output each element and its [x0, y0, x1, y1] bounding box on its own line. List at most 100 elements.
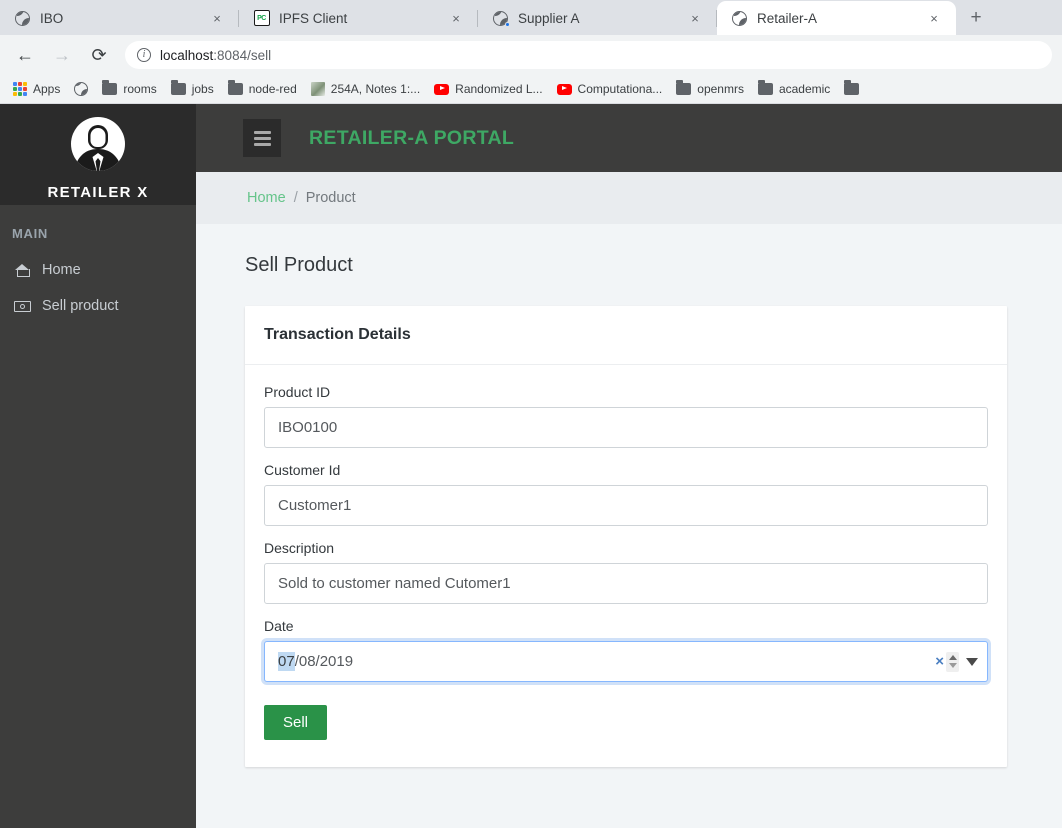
address-bar[interactable]: i localhost :8084/sell	[125, 41, 1052, 69]
tab-title: IPFS Client	[279, 10, 348, 26]
pc-icon: PC	[253, 10, 270, 27]
user-avatar-icon	[71, 117, 125, 171]
main-content: RETAILER-A PORTAL Home / Product Sell Pr…	[196, 104, 1062, 828]
content-area: Sell Product Transaction Details Product…	[196, 224, 1062, 828]
apps-grid-icon	[13, 82, 27, 96]
globe-icon	[14, 10, 31, 27]
home-icon	[13, 263, 32, 277]
folder-icon	[102, 80, 118, 95]
bookmark-label: Apps	[33, 82, 61, 96]
note-icon	[310, 82, 325, 96]
tab-title: IBO	[40, 10, 64, 26]
close-icon[interactable]: ×	[924, 8, 944, 28]
browser-chrome: IBO × PC IPFS Client × Supplier A × Reta…	[0, 0, 1062, 828]
browser-tab-ipfs-client[interactable]: PC IPFS Client ×	[239, 1, 478, 35]
card-body: Product ID IBO0100 Customer Id Customer1…	[245, 365, 1007, 767]
browser-tab-supplier-a[interactable]: Supplier A ×	[478, 1, 717, 35]
globe-icon	[492, 10, 510, 27]
globe-icon	[74, 82, 89, 96]
page-title: Sell Product	[245, 254, 353, 276]
sidebar-item-label: Sell product	[42, 298, 119, 314]
folder-icon	[227, 80, 243, 95]
breadcrumb-home-link[interactable]: Home	[247, 190, 286, 206]
youtube-icon	[556, 83, 572, 95]
money-icon	[13, 300, 32, 312]
card-title: Transaction Details	[245, 306, 1007, 365]
site-info-icon[interactable]: i	[137, 48, 151, 62]
sell-button[interactable]: Sell	[264, 705, 328, 740]
browser-tab-ibo[interactable]: IBO ×	[0, 1, 239, 35]
bookmarks-bar: Apps rooms jobs node-red 254A, Notes 1:.…	[0, 75, 1062, 104]
spinner-up-down-icon[interactable]	[946, 651, 959, 672]
bookmark-label: jobs	[191, 82, 214, 96]
bookmark-apps[interactable]: Apps	[6, 77, 67, 101]
sidebar-item-sell-product[interactable]: Sell product	[0, 288, 196, 324]
transaction-details-card: Transaction Details Product ID IBO0100 C…	[245, 306, 1007, 767]
new-tab-button[interactable]: +	[962, 4, 990, 32]
date-label: Date	[264, 618, 294, 634]
description-input[interactable]: Sold to customer named Cutomer1	[264, 563, 988, 604]
folder-icon	[170, 80, 186, 95]
date-selected-segment: 07	[278, 652, 295, 671]
description-label: Description	[264, 540, 335, 556]
product-id-input[interactable]: IBO0100	[264, 407, 988, 448]
customer-id-input[interactable]: Customer1	[264, 485, 988, 526]
breadcrumb-current: Product	[305, 190, 356, 206]
caret-down-icon[interactable]	[966, 657, 978, 666]
sidebar-section-label: MAIN	[12, 226, 49, 241]
bookmark-label: node-red	[248, 82, 297, 96]
bookmark-label: Computationa...	[577, 82, 663, 96]
close-icon[interactable]: ×	[685, 8, 705, 28]
bookmark-label: Randomized L...	[455, 82, 543, 96]
browser-tab-retailer-a[interactable]: Retailer-A ×	[717, 1, 956, 35]
close-icon[interactable]: ×	[446, 8, 466, 28]
close-icon[interactable]: ×	[207, 8, 227, 28]
url-host: localhost	[160, 47, 214, 63]
reload-icon[interactable]: ⟳	[84, 40, 114, 70]
bookmark-label: openmrs	[697, 82, 744, 96]
bookmark-openmrs[interactable]: openmrs	[669, 77, 751, 101]
sidebar-item-label: Home	[42, 262, 81, 278]
tab-title: Retailer-A	[757, 10, 818, 26]
sidebar-header: RETAILER X	[0, 104, 196, 205]
bookmark-jobs[interactable]: jobs	[164, 77, 221, 101]
forward-icon[interactable]: →	[47, 40, 77, 70]
tab-title: Supplier A	[518, 10, 580, 26]
app-header: RETAILER-A PORTAL	[196, 104, 1062, 172]
loading-indicator-icon	[505, 21, 510, 27]
date-value: 07/08/2019	[278, 652, 935, 671]
bookmark-computationa[interactable]: Computationa...	[550, 77, 670, 101]
youtube-icon	[434, 83, 450, 95]
bookmark-randomized-l[interactable]: Randomized L...	[427, 77, 549, 101]
bookmark-rooms[interactable]: rooms	[95, 77, 163, 101]
product-id-label: Product ID	[264, 384, 331, 400]
sidebar: RETAILER X MAIN Home Sell product	[0, 104, 196, 828]
breadcrumb-separator: /	[293, 190, 298, 206]
clear-icon[interactable]: ×	[935, 653, 944, 670]
bookmark-label: rooms	[123, 82, 157, 96]
folder-icon	[844, 80, 860, 95]
bookmark-254a-notes[interactable]: 254A, Notes 1:...	[304, 77, 427, 101]
hamburger-icon[interactable]	[243, 119, 281, 157]
page-content: RETAILER X MAIN Home Sell product RETAIL…	[0, 104, 1062, 828]
breadcrumb: Home / Product	[196, 172, 1062, 224]
sidebar-brand: RETAILER X	[47, 184, 149, 201]
url-path: :8084/sell	[213, 47, 272, 63]
customer-id-label: Customer Id	[264, 462, 341, 478]
folder-icon	[676, 80, 692, 95]
bookmark-globe[interactable]	[67, 77, 95, 101]
bookmark-label: academic	[778, 82, 831, 96]
tab-strip: IBO × PC IPFS Client × Supplier A × Reta…	[0, 0, 1062, 35]
date-input[interactable]: 07/08/2019 ×	[264, 641, 988, 682]
back-icon[interactable]: ←	[10, 40, 40, 70]
bookmark-node-red[interactable]: node-red	[221, 77, 304, 101]
bookmark-overflow-folder[interactable]	[837, 77, 866, 101]
browser-toolbar: ← → ⟳ i localhost :8084/sell	[0, 35, 1062, 75]
sidebar-item-home[interactable]: Home	[0, 252, 196, 288]
page-brand-title: RETAILER-A PORTAL	[309, 126, 515, 149]
globe-icon	[731, 10, 748, 27]
bookmark-academic[interactable]: academic	[751, 77, 837, 101]
folder-icon	[757, 80, 773, 95]
date-rest: /08/2019	[294, 653, 354, 670]
bookmark-label: 254A, Notes 1:...	[330, 82, 421, 96]
